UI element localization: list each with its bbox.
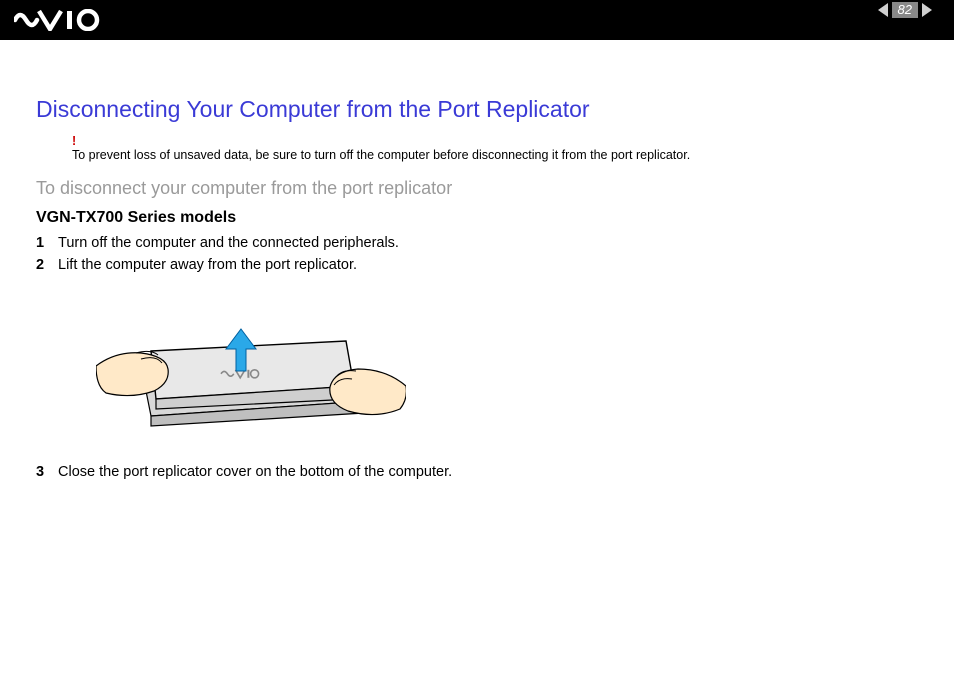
nav-prev-icon[interactable]: [878, 3, 888, 17]
steps-list: 1 Turn off the computer and the connecte…: [36, 235, 918, 273]
step-item: 3 Close the port replicator cover on the…: [36, 464, 918, 480]
subheading: To disconnect your computer from the por…: [36, 178, 918, 199]
warning-note: ! To prevent loss of unsaved data, be su…: [72, 133, 918, 164]
step-number: 1: [36, 235, 58, 251]
step-text: Lift the computer away from the port rep…: [58, 257, 357, 273]
step-item: 1 Turn off the computer and the connecte…: [36, 235, 918, 251]
header-right: 82 Using Peripheral Devices: [754, 2, 936, 38]
nav-next-icon[interactable]: [922, 3, 932, 17]
illustration-lift-computer: [96, 291, 406, 446]
step-text: Close the port replicator cover on the b…: [58, 464, 452, 480]
warning-text: To prevent loss of unsaved data, be sure…: [72, 148, 690, 162]
steps-list-continued: 3 Close the port replicator cover on the…: [36, 464, 918, 480]
step-number: 3: [36, 464, 58, 480]
page-number: 82: [892, 2, 918, 18]
step-item: 2 Lift the computer away from the port r…: [36, 257, 918, 273]
section-label: Using Peripheral Devices: [756, 20, 936, 38]
step-text: Turn off the computer and the connected …: [58, 235, 399, 251]
page-content: Disconnecting Your Computer from the Por…: [0, 40, 954, 480]
header-bar: 82 Using Peripheral Devices: [0, 0, 954, 40]
warning-icon: !: [72, 133, 918, 149]
series-heading: VGN-TX700 Series models: [36, 209, 918, 227]
page-title: Disconnecting Your Computer from the Por…: [36, 96, 918, 123]
page-nav: 82: [878, 2, 932, 18]
vaio-logo: [14, 9, 104, 31]
step-number: 2: [36, 257, 58, 273]
